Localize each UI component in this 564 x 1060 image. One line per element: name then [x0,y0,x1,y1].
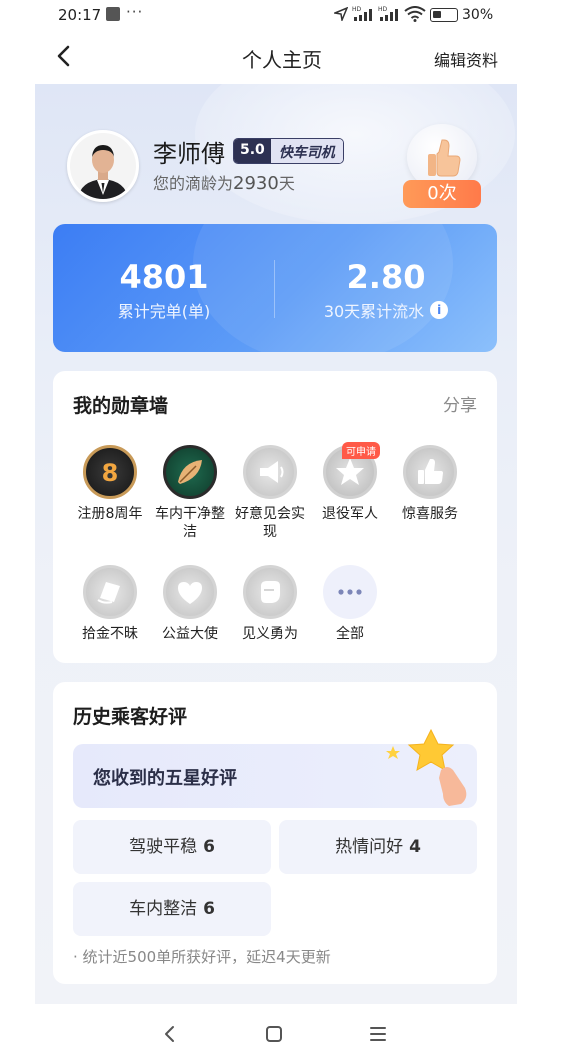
five-star-label: 您收到的五星好评 [93,768,237,789]
likes-count: 0次 [403,180,481,208]
battery-percent: 30% [462,7,494,23]
avatar [67,130,139,202]
medal-label: 车内干净整洁 [155,506,225,540]
review-tag-count: 6 [203,837,215,857]
system-home-icon[interactable] [260,1020,288,1048]
flow-30d-value: 2.80 [346,258,426,296]
medal-item[interactable]: 8 注册8周年 [70,445,150,523]
wifi-icon [404,6,426,22]
review-tag-label: 驾驶平稳 [129,837,198,857]
medal-label: 好意见会实现 [235,506,305,540]
review-tag[interactable]: 车内整洁 6 [73,882,271,936]
medal-label: 拾金不昧 [82,626,138,642]
svg-text:HD: HD [378,6,388,13]
medal-label: 退役军人 [322,506,378,522]
top-nav-bar: 个人主页 编辑资料 [0,34,564,80]
edit-profile-button[interactable]: 编辑资料 [434,47,498,71]
wallet-badge-icon [83,565,137,619]
five-star-reviews-banner[interactable]: 您收到的五星好评 [73,728,477,808]
fist-badge-icon [243,565,297,619]
completed-orders-value: 4801 [119,258,209,296]
tenure-suffix: 天 [278,174,295,193]
medal-wall-card: 我的勋章墙 分享 8 注册8周年 车内干净整洁 好意见会实现 可申请 退役军人 … [53,371,497,663]
reviews-title: 历史乘客好评 [73,706,188,728]
svg-text:8: 8 [102,459,119,487]
driver-type: 快车司机 [270,139,343,163]
driver-name: 李师傅 [153,140,225,168]
status-bar: 20:17 ··· HD HD 30% [0,0,564,32]
medal-wall-title: 我的勋章墙 [73,395,169,417]
svg-text:HD: HD [352,6,362,13]
system-menu-icon[interactable] [364,1020,392,1048]
driver-photo-icon [70,133,136,199]
system-nav-bar [0,1008,564,1060]
badge-8-years-icon: 8 [83,445,137,499]
system-back-icon[interactable] [156,1020,184,1048]
star-hand-icon [386,728,467,806]
medal-item[interactable]: 可申请 退役军人 [310,442,390,523]
signal-icon-2: HD [378,6,398,21]
thumbs-up-badge-icon [403,445,457,499]
medal-item[interactable]: 好意见会实现 [230,445,310,541]
review-tag-label: 车内整洁 [129,899,198,919]
stats-card: 4801 累计完单(单) 2.80 30天累计流水 i [53,224,497,352]
medal-item[interactable]: 拾金不昧 [70,565,150,643]
passenger-reviews-card: 历史乘客好评 您收到的五星好评 驾驶平稳 6 热情问好 4 车内整洁 6 · 统计近5… [53,682,497,984]
medal-item[interactable]: 公益大使 [150,565,230,643]
flow-30d-stat[interactable]: 2.80 30天累计流水 i [275,258,497,322]
notification-icon [106,7,120,21]
tenure-text: 您的滴龄为2930天 [153,170,295,194]
medal-label: 见义勇为 [242,626,298,642]
review-tag-label: 热情问好 [335,837,404,857]
completed-orders-stat[interactable]: 4801 累计完单(单) [53,258,275,322]
medal-item[interactable]: 车内干净整洁 [150,445,230,541]
rating-score: 5.0 [234,139,271,163]
profile-content: 李师傅 5.0 快车司机 您的滴龄为2930天 0次 4801 累计完单(单) … [35,84,517,1004]
leaf-badge-icon [163,445,217,499]
location-icon [334,7,348,21]
signal-icon: HD [352,6,372,21]
share-button[interactable]: 分享 [443,391,477,416]
battery-icon [430,8,458,22]
star-badge-icon: 可申请 [323,442,380,499]
medal-label: 注册8周年 [77,506,143,522]
medal-item[interactable]: 惊喜服务 [390,445,470,523]
review-tag-count: 4 [409,837,421,857]
info-icon[interactable]: i [430,301,449,319]
tenure-prefix: 您的滴龄为 [153,174,234,193]
thumbs-up-icon [428,139,461,177]
heart-badge-icon [163,565,217,619]
review-tag[interactable]: 驾驶平稳 6 [73,820,271,874]
status-time: 20:17 [58,6,102,24]
medal-label: 公益大使 [162,626,218,642]
review-tag[interactable]: 热情问好 4 [279,820,477,874]
medal-item[interactable]: 见义勇为 [230,565,310,643]
likes-button[interactable]: 0次 [401,124,483,208]
completed-orders-label: 累计完单(单) [117,302,211,321]
apply-tag: 可申请 [342,442,380,459]
megaphone-badge-icon [243,445,297,499]
more-notifications: ··· [126,3,144,21]
review-tag-count: 6 [203,899,215,919]
medal-label: 全部 [336,626,364,642]
all-medals-button[interactable]: 全部 [310,565,390,643]
reviews-footnote: · 统计近500单所获好评，延迟4天更新 [73,948,331,966]
driver-rating-badge: 5.0 快车司机 [233,138,344,164]
medal-label: 惊喜服务 [402,506,458,522]
more-icon [323,565,377,619]
flow-30d-label: 30天累计流水 [323,302,425,321]
tenure-days: 2930 [233,173,279,194]
